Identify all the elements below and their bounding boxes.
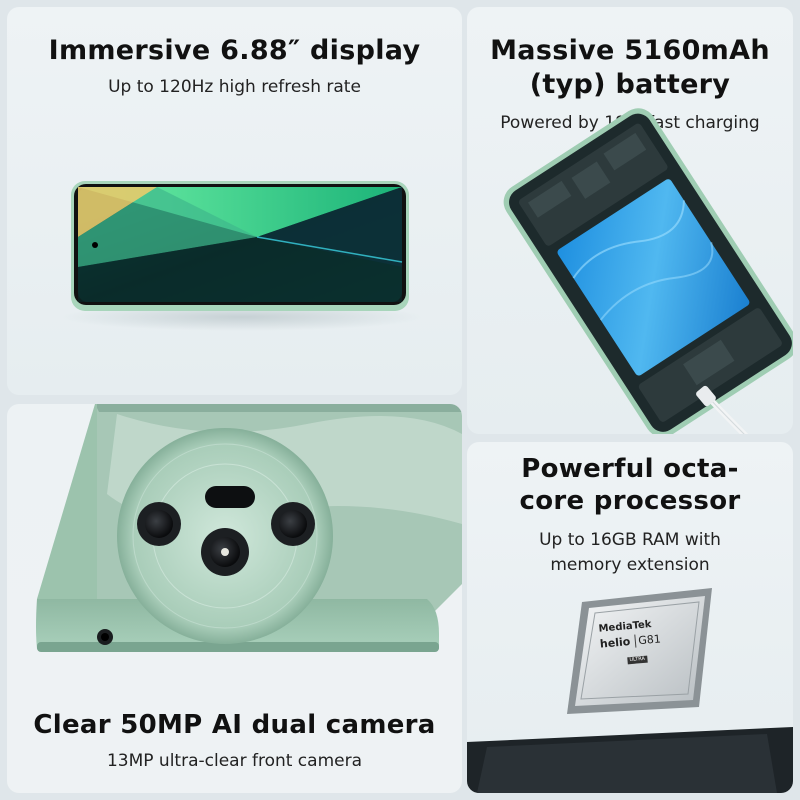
battery-feature-card: Massive 5160mAh (typ) battery Powered by…	[467, 7, 793, 434]
phone-front-image	[62, 181, 422, 331]
camera-feature-card: Clear 50MP AI dual camera 13MP ultra-cle…	[7, 404, 462, 793]
processor-feature-card: Powerful octa- core processor Up to 16GB…	[467, 442, 793, 793]
chip-image	[467, 588, 793, 793]
display-feature-card: Immersive 6.88″ display Up to 120Hz high…	[7, 7, 462, 395]
camera-subtitle: 13MP ultra-clear front camera	[106, 751, 363, 771]
chip-series: helio	[599, 635, 631, 651]
camera-title: Clear 50MP AI dual camera	[33, 710, 436, 740]
phone-internals-image	[503, 108, 793, 434]
chip-model: G81	[634, 632, 662, 648]
chip-label: MediaTek helio G81 ULTRA	[598, 619, 662, 666]
